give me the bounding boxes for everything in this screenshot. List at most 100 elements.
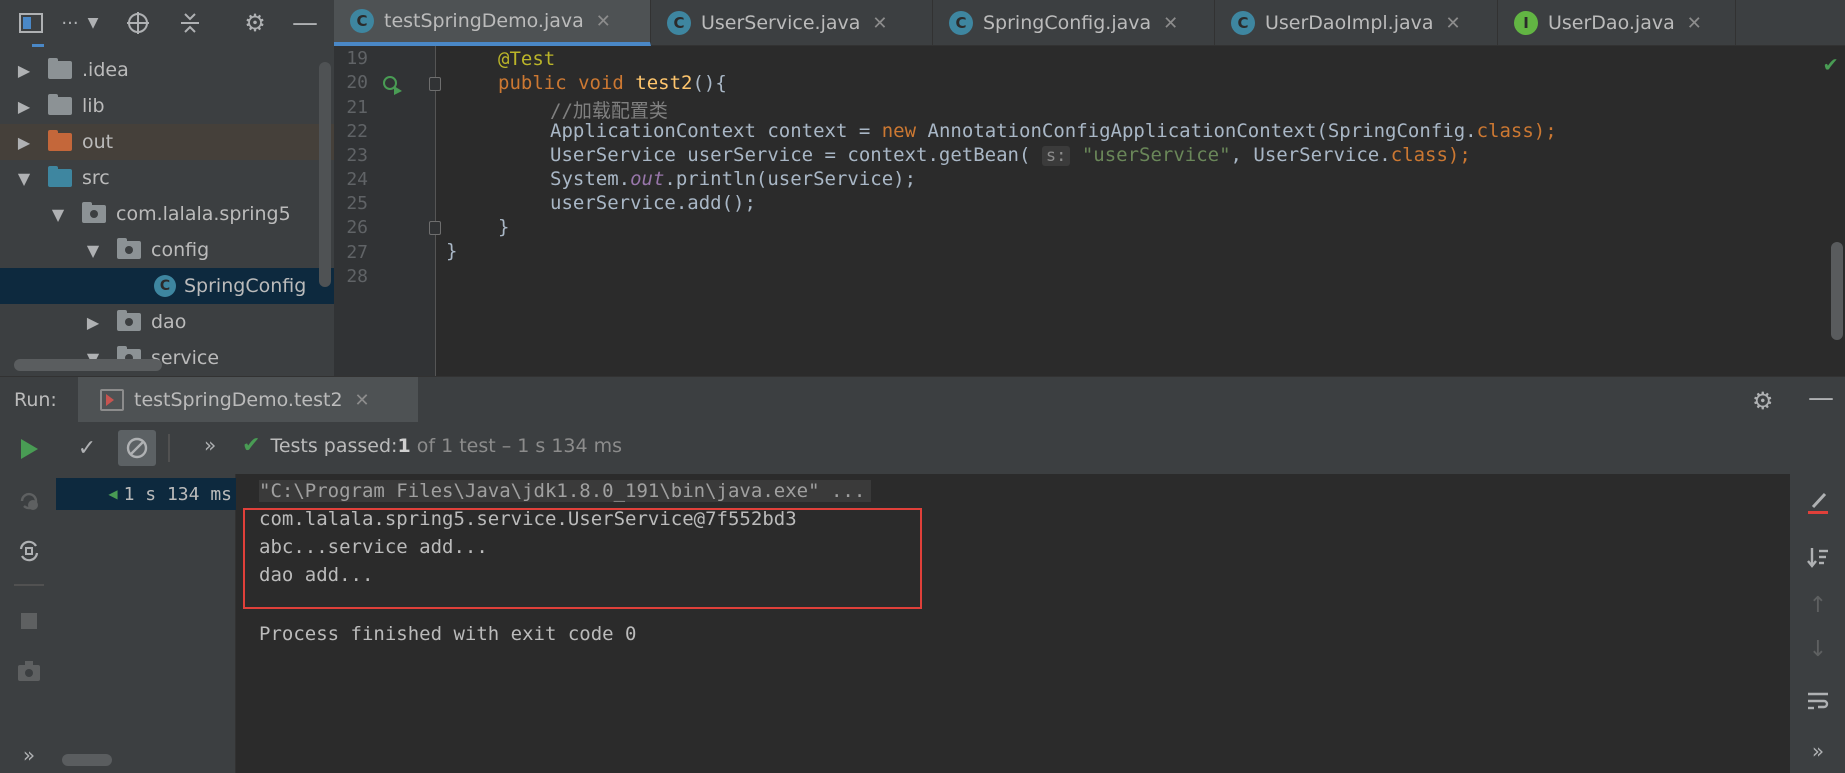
run-label: Run: <box>14 389 57 411</box>
tree-item-label: dao <box>151 311 187 333</box>
chevron-right-icon[interactable]: ▶ <box>14 96 34 116</box>
line-number: 28 <box>346 266 368 287</box>
tab-userdao[interactable]: I UserDao.java ✕ <box>1498 0 1736 46</box>
code-token: } <box>446 240 458 262</box>
package-icon <box>117 310 141 331</box>
tab-userservice[interactable]: C UserService.java ✕ <box>651 0 933 46</box>
view-indicator <box>32 44 44 47</box>
editor-vertical-scrollbar[interactable] <box>1831 242 1843 340</box>
run-test-icon[interactable] <box>381 74 403 96</box>
tree-item-label: lib <box>82 95 105 117</box>
code-line-24: System.out.println(userService); <box>550 168 916 190</box>
chevron-down-icon[interactable]: ▼ <box>48 204 68 224</box>
toggle-auto-test-icon[interactable] <box>14 536 44 566</box>
code-token: (){ <box>692 72 727 94</box>
folder-icon <box>48 58 72 79</box>
more-icon[interactable]: » <box>14 740 44 770</box>
camera-icon[interactable] <box>14 656 44 686</box>
clear-all-icon[interactable] <box>1803 488 1833 518</box>
code-token: test2 <box>635 72 693 94</box>
code-token: } <box>498 216 510 238</box>
tree-item-label: src <box>82 167 110 189</box>
more-icon[interactable]: » <box>204 433 216 457</box>
gutter-divider <box>435 46 436 376</box>
line-number: 24 <box>346 169 368 190</box>
project-horizontal-scrollbar[interactable] <box>14 359 162 371</box>
project-vertical-scrollbar[interactable] <box>319 62 331 287</box>
tree-item-idea[interactable]: ▶ .idea <box>0 52 334 88</box>
fold-marker-icon[interactable] <box>429 77 441 91</box>
code-token: AnnotationConfigApplicationContext(Sprin… <box>927 120 1477 142</box>
code-editor[interactable]: 19 20 21 22 23 24 25 26 27 28 @Test publ… <box>334 46 1845 376</box>
tab-springconfig[interactable]: C SpringConfig.java ✕ <box>933 0 1215 46</box>
tree-item-springconfig[interactable]: C SpringConfig <box>0 268 334 304</box>
package-icon <box>117 238 141 259</box>
rerun-icon[interactable] <box>14 434 44 464</box>
tab-testspringdemo[interactable]: C testSpringDemo.java ✕ <box>334 0 651 46</box>
code-line-22: ApplicationContext context = new Annotat… <box>550 120 1557 142</box>
arrow-up-icon[interactable]: ↑ <box>1803 590 1833 620</box>
tab-label: testSpringDemo.java <box>384 10 584 32</box>
class-icon: C <box>350 9 374 33</box>
code-comment: //加载配置类 <box>550 100 668 122</box>
show-ignored-icon[interactable] <box>118 430 156 466</box>
console-output[interactable]: "C:\Program Files\Java\jdk1.8.0_191\bin\… <box>236 474 1790 773</box>
gear-icon[interactable]: ⚙ <box>242 9 268 37</box>
editor-tab-bar: C testSpringDemo.java ✕ C UserService.ja… <box>334 0 1845 46</box>
run-panel-header: Run: testSpringDemo.test2 ✕ ⚙ — <box>0 376 1845 423</box>
tab-label: UserDaoImpl.java <box>1265 12 1434 34</box>
project-view-icon[interactable] <box>18 10 44 36</box>
close-icon[interactable]: ✕ <box>1446 13 1461 34</box>
status-count: 1 <box>397 434 411 457</box>
fold-marker-icon[interactable] <box>429 221 441 235</box>
chevron-down-icon[interactable]: ▼ <box>80 10 106 36</box>
more-icon[interactable]: » <box>1803 736 1833 766</box>
chevron-down-icon[interactable]: ▼ <box>14 168 34 188</box>
code-token: .println(userService); <box>664 168 917 190</box>
test-results-tree: ◀ 1 s 134 ms <box>56 474 236 773</box>
soft-wrap-icon[interactable] <box>1803 686 1833 716</box>
status-suffix: of 1 test – 1 s 134 ms <box>410 434 623 457</box>
tree-item-src[interactable]: ▼ src <box>0 160 334 196</box>
chevron-down-icon[interactable]: ▼ <box>83 240 103 260</box>
toolbar-divider <box>168 434 170 462</box>
tree-item-out[interactable]: ▶ out <box>0 124 334 160</box>
show-passed-icon[interactable]: ✓ <box>72 433 102 463</box>
collapse-icon[interactable] <box>177 10 203 36</box>
code-string: "userService" <box>1070 144 1231 166</box>
tree-item-config[interactable]: ▼ config <box>0 232 334 268</box>
class-icon: C <box>1231 11 1255 35</box>
code-line-21: //加载配置类 <box>550 96 668 123</box>
stop-icon[interactable] <box>14 606 44 636</box>
line-number: 22 <box>346 121 368 142</box>
chevron-right-icon[interactable]: ▶ <box>14 132 34 152</box>
sort-down-icon[interactable] <box>1803 542 1833 572</box>
console-command-line: "C:\Program Files\Java\jdk1.8.0_191\bin\… <box>259 480 872 502</box>
run-config-icon <box>100 389 124 411</box>
minimize-icon[interactable]: — <box>1808 383 1834 413</box>
tree-item-dao[interactable]: ▶ dao <box>0 304 334 340</box>
close-icon[interactable]: ✕ <box>872 13 887 34</box>
minimize-icon[interactable]: — <box>292 8 318 38</box>
code-token: @Test <box>498 48 556 70</box>
folder-icon <box>48 94 72 115</box>
check-icon: ✔ <box>1824 52 1838 77</box>
rerun-failed-icon[interactable] <box>14 486 44 516</box>
code-line-23: UserService userService = context.getBea… <box>550 144 1471 166</box>
gear-icon[interactable]: ⚙ <box>1752 387 1774 415</box>
tree-item-package-spring5[interactable]: ▼ com.lalala.spring5 <box>0 196 334 232</box>
chevron-right-icon[interactable]: ▶ <box>83 312 103 332</box>
close-icon[interactable]: ✕ <box>355 390 370 411</box>
tree-item-lib[interactable]: ▶ lib <box>0 88 334 124</box>
code-line-27: } <box>446 240 457 262</box>
close-icon[interactable]: ✕ <box>1687 13 1702 34</box>
test-tree-item[interactable]: ◀ 1 s 134 ms <box>56 478 236 510</box>
close-icon[interactable]: ✕ <box>1163 13 1178 34</box>
arrow-down-icon[interactable]: ↓ <box>1803 634 1833 664</box>
run-tab[interactable]: testSpringDemo.test2 ✕ <box>78 377 418 423</box>
chevron-right-icon[interactable]: ▶ <box>14 60 34 80</box>
close-icon[interactable]: ✕ <box>596 11 611 32</box>
locate-icon[interactable] <box>125 10 151 36</box>
test-tree-scrollbar[interactable] <box>62 754 112 766</box>
tab-userdaoimpl[interactable]: C UserDaoImpl.java ✕ <box>1215 0 1498 46</box>
